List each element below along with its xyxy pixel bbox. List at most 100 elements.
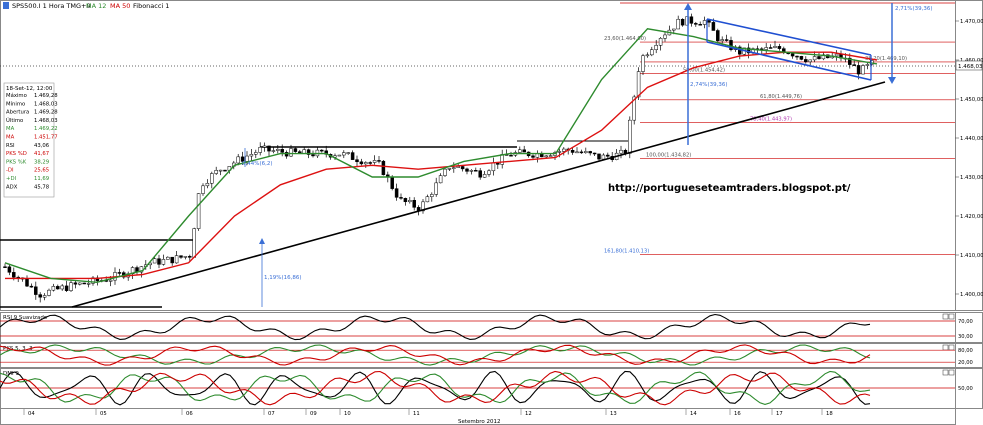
current-price-label: 1.468,03 (958, 64, 983, 70)
ma12-label[interactable]: MA 12 (86, 2, 106, 10)
candle-body (777, 46, 782, 49)
indicator-title[interactable]: DMI 9 (3, 371, 19, 377)
info-value: 1.469,28 (34, 110, 58, 116)
candle-body (856, 65, 861, 75)
candle-body (773, 46, 777, 48)
info-label: Máximo (6, 92, 27, 99)
candle-body (544, 155, 548, 158)
candle-body (491, 162, 496, 172)
candle-body (350, 152, 355, 160)
symbol-icon (3, 2, 9, 9)
x-tick-label: 16 (734, 411, 741, 417)
candle-body (658, 38, 663, 46)
candle-body (320, 149, 324, 152)
measure-label-small: 1,19%(16,86) (264, 275, 302, 281)
candle-body (223, 169, 227, 172)
info-label: -DI (6, 168, 14, 174)
info-value: 38,29 (34, 159, 49, 165)
indicator-panels: RSI 9 Suavizado70,0030,00PKS 5, 3, 3 80,0… (0, 312, 983, 409)
candle-body (311, 154, 315, 157)
candle-body (302, 149, 306, 154)
candle-body (676, 18, 680, 30)
candle-body (812, 56, 817, 61)
info-value: 1.468,03 (34, 118, 58, 124)
candle-body (69, 282, 73, 291)
candle-body (452, 167, 456, 169)
x-tick-label: 18 (826, 411, 833, 417)
candle-body (258, 147, 262, 153)
y-tick-label: 1.430,00 (960, 175, 983, 181)
panel-close-icon[interactable] (948, 344, 955, 351)
candle-body (584, 151, 588, 153)
candle-body (205, 182, 210, 187)
indicator-tick: 70,00 (958, 319, 973, 325)
info-label: MA (6, 126, 15, 132)
ma50-label[interactable]: MA 50 (110, 2, 130, 10)
candle-body (720, 39, 724, 42)
candle-body (337, 154, 342, 157)
candle-body (865, 64, 870, 66)
panel-maximize-icon[interactable] (942, 369, 949, 376)
candle-body (86, 283, 91, 285)
candle-body (628, 119, 632, 154)
candle-body (73, 282, 78, 285)
panel-maximize-icon[interactable] (942, 313, 949, 320)
info-value: 11,69 (34, 176, 49, 182)
candle-body (56, 286, 60, 290)
candle-body (117, 272, 122, 274)
fib-label: 50,00(1.454,42) (683, 68, 725, 74)
candle-body (487, 170, 491, 175)
panel-maximize-icon[interactable] (942, 344, 949, 351)
info-label: PKS %D (6, 151, 27, 157)
x-tick-label: 13 (610, 411, 617, 417)
candle-body (29, 285, 34, 288)
panel-close-icon[interactable] (948, 313, 955, 320)
fib-label: 100,00(1.434,82) (646, 152, 691, 158)
y-tick-label: 1.470,00 (960, 19, 983, 25)
blog-url[interactable]: http://portugueseteamtraders.blogspot.pt… (608, 183, 851, 194)
candle-body (276, 149, 280, 151)
candle-body (808, 59, 812, 63)
candle-body (368, 162, 372, 164)
x-tick-label: 17 (776, 411, 783, 417)
candle-body (280, 149, 284, 153)
candle-body (790, 53, 795, 57)
candle-body (364, 162, 368, 165)
info-value: 1.451,77 (34, 135, 58, 141)
candle-body (522, 149, 526, 153)
candle-body (645, 54, 650, 57)
indicator-tick: 20,00 (958, 360, 973, 366)
candle-body (707, 20, 711, 23)
x-tick-label: 10 (344, 411, 351, 417)
panel-close-icon[interactable] (948, 369, 955, 376)
candle-body (12, 272, 16, 278)
y-tick-label: 1.440,00 (960, 136, 983, 142)
candle-body (562, 148, 566, 152)
candle-body (575, 151, 579, 154)
info-value: 41,67 (34, 151, 49, 157)
candle-body (412, 200, 416, 208)
candle-body (557, 151, 562, 153)
candle-body (711, 22, 716, 31)
candle-body (764, 47, 768, 50)
candle-body (689, 16, 694, 24)
candle-body (249, 153, 254, 157)
candle-body (271, 150, 276, 152)
candle-body (170, 256, 174, 264)
candle-body (654, 45, 658, 50)
candle-body (672, 28, 676, 31)
symbol-label[interactable]: SPS500.I 1 Hora TMG+0 (12, 2, 91, 10)
candle-body (465, 168, 469, 172)
candle-body (359, 161, 364, 165)
fibonacci-label[interactable]: Fibonacci 1 (133, 2, 169, 10)
candle-body (157, 258, 161, 265)
candle-body (430, 194, 434, 197)
candle-body (650, 49, 654, 56)
candle-body (201, 185, 205, 194)
candle-body (254, 152, 258, 155)
indicator-tick: 80,00 (958, 348, 973, 354)
candle-body (394, 188, 399, 198)
candle-body (768, 47, 773, 49)
candle-body (570, 149, 575, 153)
candle-body (381, 160, 386, 176)
